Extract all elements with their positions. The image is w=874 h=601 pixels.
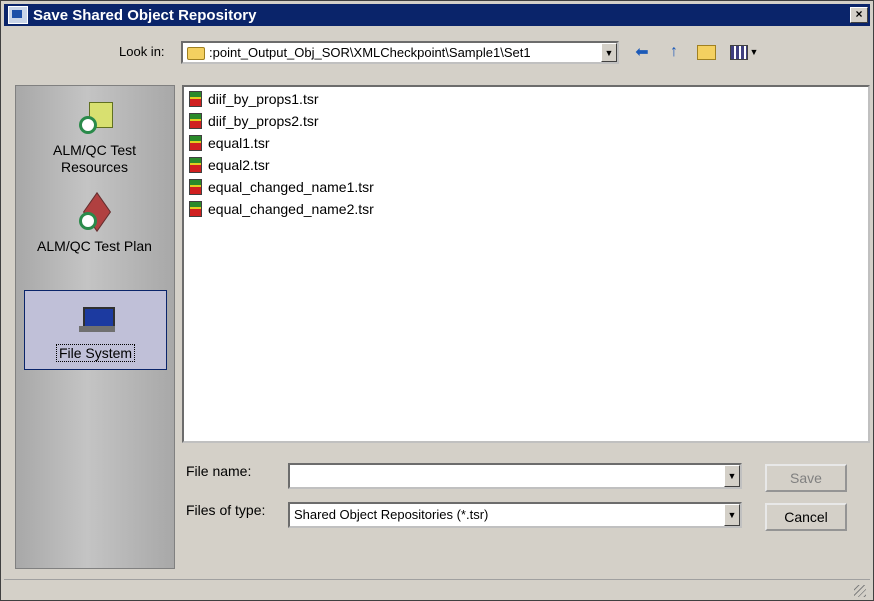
tsr-file-icon bbox=[189, 201, 202, 217]
list-item[interactable]: equal1.tsr bbox=[189, 133, 269, 153]
list-item[interactable]: diif_by_props2.tsr bbox=[189, 111, 319, 131]
file-type-select[interactable]: Shared Object Repositories (*.tsr) ▼ bbox=[288, 502, 742, 528]
tsr-file-icon bbox=[189, 113, 202, 129]
list-item[interactable]: diif_by_props1.tsr bbox=[189, 89, 319, 109]
chevron-down-icon[interactable]: ▼ bbox=[724, 504, 740, 526]
file-type-value: Shared Object Repositories (*.tsr) bbox=[294, 507, 489, 522]
tsr-file-icon bbox=[189, 179, 202, 195]
close-button[interactable]: × bbox=[850, 7, 868, 23]
look-in-path: :point_Output_Obj_SOR\XMLCheckpoint\Samp… bbox=[187, 43, 531, 62]
resize-grip-icon[interactable] bbox=[854, 585, 866, 597]
file-name-input[interactable]: ▼ bbox=[288, 463, 742, 489]
back-arrow-icon[interactable]: ⬅ bbox=[631, 42, 653, 62]
places-bar: ALM/QC Test Resources ALM/QC Test Plan F… bbox=[15, 85, 175, 569]
up-folder-icon[interactable]: ↑ bbox=[663, 42, 685, 62]
file-name-label: File name: bbox=[186, 463, 252, 479]
status-bar bbox=[4, 579, 870, 600]
cancel-button[interactable]: Cancel bbox=[765, 503, 847, 531]
tsr-file-icon bbox=[189, 157, 202, 173]
test-plan-icon bbox=[75, 192, 115, 234]
window-title: Save Shared Object Repository bbox=[33, 6, 257, 24]
look-in-label: Look in: bbox=[119, 44, 165, 59]
list-item[interactable]: equal_changed_name1.tsr bbox=[189, 177, 374, 197]
file-list[interactable]: diif_by_props1.tsr diif_by_props2.tsr eq… bbox=[182, 85, 870, 443]
computer-icon bbox=[76, 301, 116, 341]
test-resources-icon bbox=[75, 98, 115, 138]
chevron-down-icon[interactable]: ▼ bbox=[724, 465, 740, 487]
save-button[interactable]: Save bbox=[765, 464, 847, 492]
title-bar[interactable]: Save Shared Object Repository × bbox=[4, 4, 870, 26]
view-menu-icon[interactable]: ▼ bbox=[727, 42, 761, 62]
place-label: File System bbox=[55, 344, 136, 362]
tsr-file-icon bbox=[189, 135, 202, 151]
file-type-label: Files of type: bbox=[186, 502, 266, 518]
place-file-system[interactable]: File System bbox=[24, 290, 167, 370]
place-test-plan[interactable]: ALM/QC Test Plan bbox=[24, 192, 165, 255]
place-label: ALM/QC Test Plan bbox=[37, 238, 152, 254]
place-test-resources[interactable]: ALM/QC Test Resources bbox=[24, 98, 165, 176]
save-dialog: Save Shared Object Repository × Look in:… bbox=[0, 0, 874, 601]
place-label: ALM/QC Test Resources bbox=[53, 142, 136, 175]
app-icon bbox=[8, 6, 28, 24]
look-in-combobox[interactable]: :point_Output_Obj_SOR\XMLCheckpoint\Samp… bbox=[181, 41, 619, 64]
folder-icon bbox=[187, 47, 205, 61]
tsr-file-icon bbox=[189, 91, 202, 107]
list-item[interactable]: equal_changed_name2.tsr bbox=[189, 199, 374, 219]
new-folder-icon[interactable] bbox=[695, 42, 717, 62]
chevron-down-icon[interactable]: ▼ bbox=[601, 43, 617, 62]
list-item[interactable]: equal2.tsr bbox=[189, 155, 269, 175]
